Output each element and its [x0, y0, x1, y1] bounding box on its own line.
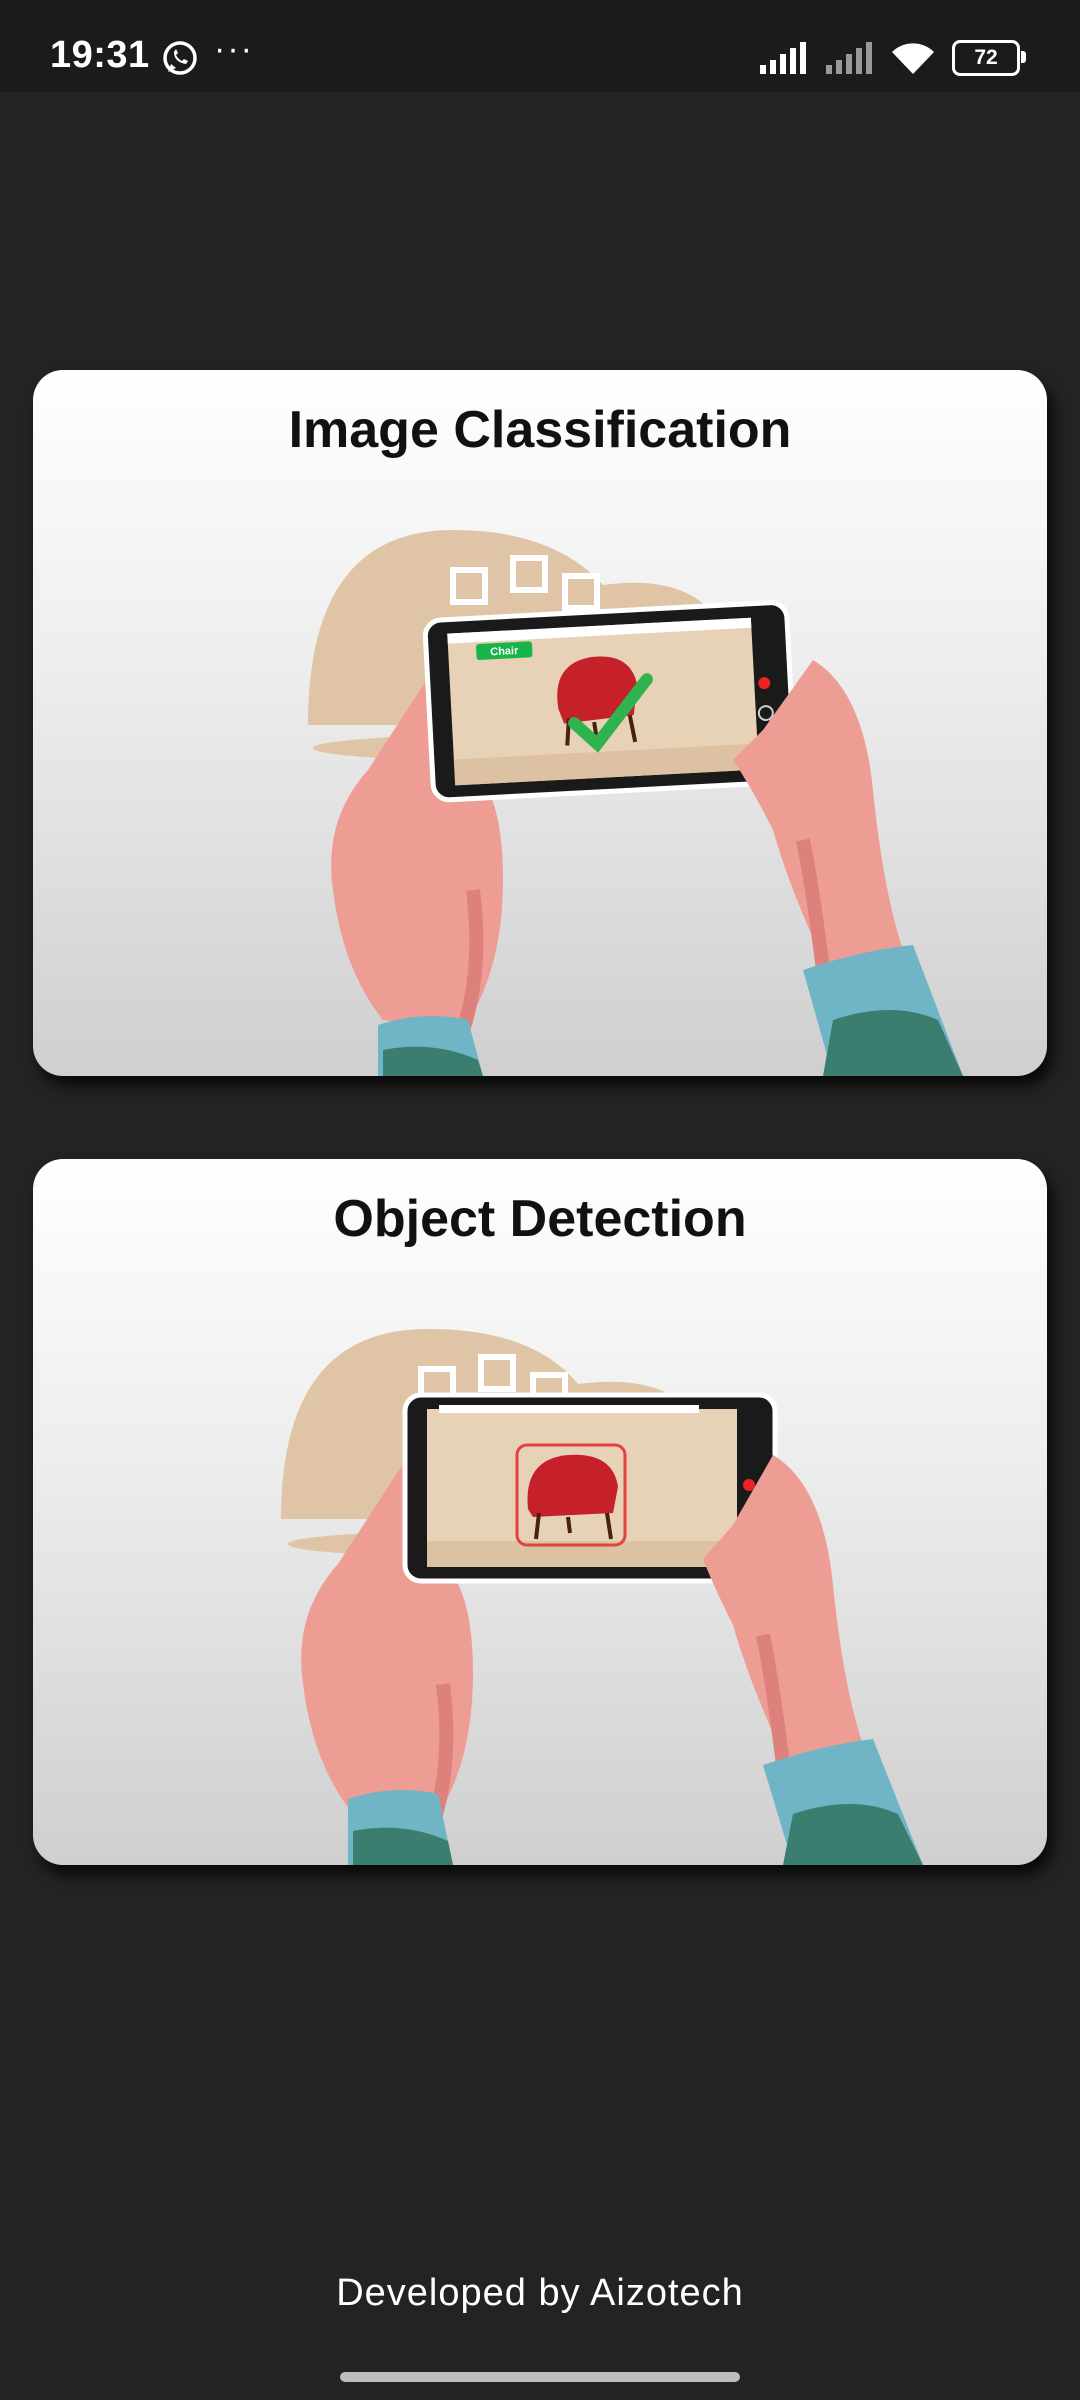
- object-detection-card[interactable]: Object Detection: [33, 1159, 1047, 1865]
- wifi-icon: [892, 43, 934, 74]
- status-time: 19:31: [50, 34, 150, 76]
- object-detection-illustration: [281, 1329, 923, 1865]
- battery-level: 72: [974, 46, 998, 69]
- home-indicator[interactable]: [340, 2372, 740, 2382]
- image-classification-illustration: Chair: [308, 530, 963, 1076]
- signal-1-icon: [760, 42, 806, 74]
- image-classification-card[interactable]: Image Classification Chair: [33, 370, 1047, 1076]
- more-notifications-icon: ···: [214, 30, 254, 68]
- signal-2-icon: [826, 42, 872, 74]
- footer-credit: Developed by Aizotech: [336, 2272, 744, 2314]
- chair-tag: Chair: [490, 645, 519, 658]
- whatsapp-icon: [163, 41, 197, 75]
- status-bar: 19:31 ··· 72: [0, 0, 1080, 92]
- battery-icon: 72: [952, 40, 1026, 76]
